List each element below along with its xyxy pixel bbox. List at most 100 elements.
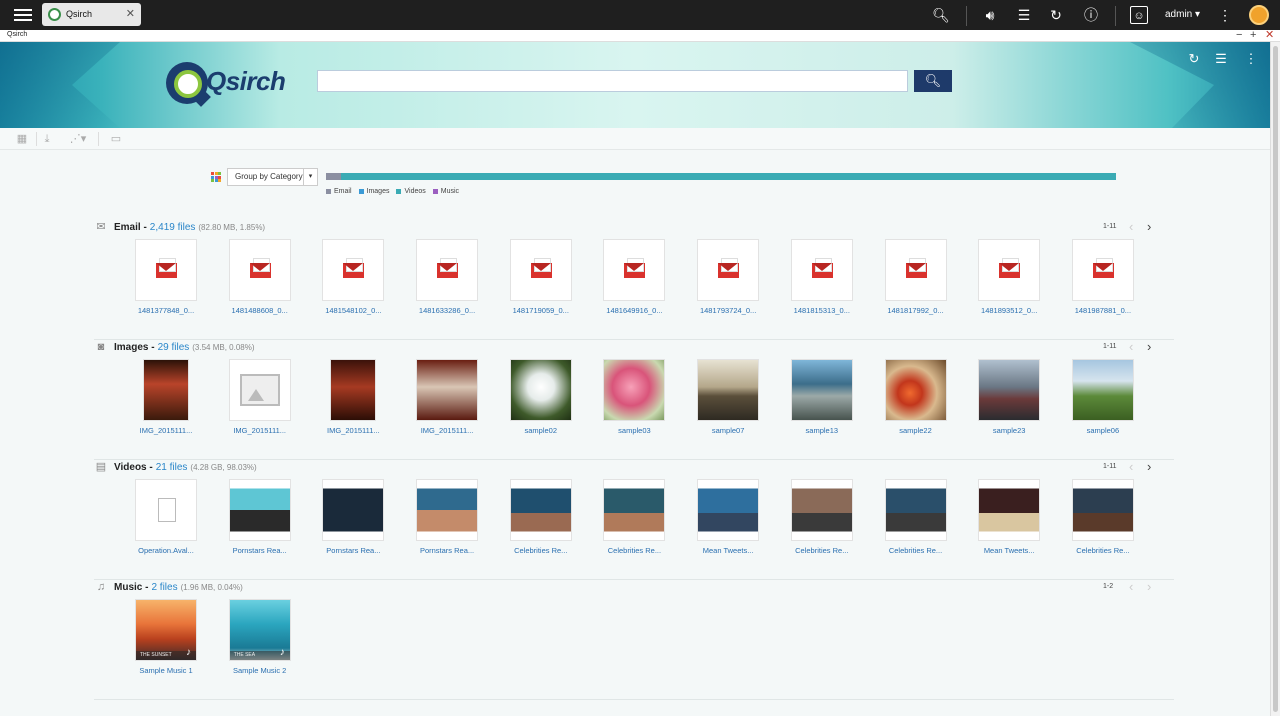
file-item[interactable]: Mean Tweets... (978, 479, 1072, 559)
file-item[interactable]: Celebrities Re... (509, 479, 604, 559)
file-thumbnail[interactable] (697, 359, 760, 421)
file-thumbnail[interactable] (697, 479, 760, 541)
file-thumbnail[interactable] (143, 359, 189, 421)
main-menu-icon[interactable] (14, 6, 32, 24)
file-name[interactable]: Sample Music 2 (221, 666, 299, 675)
file-item[interactable]: Celebrities Re... (884, 479, 979, 559)
file-item[interactable]: 1481815313_0... (790, 239, 885, 319)
chevron-right-icon[interactable]: › (1147, 579, 1151, 594)
file-item[interactable]: 1481817992_0... (884, 239, 979, 319)
chevron-right-icon[interactable]: › (1147, 219, 1151, 234)
file-item[interactable]: THE SUNSET ♪ Sample Music 1 (135, 599, 229, 679)
file-item[interactable]: Pornstars Rea... (416, 479, 510, 559)
file-name[interactable]: sample23 (970, 426, 1048, 435)
refresh-icon[interactable]: ↻ (1186, 51, 1202, 67)
chevron-right-icon[interactable]: › (1147, 339, 1151, 354)
file-thumbnail[interactable] (322, 239, 385, 301)
file-thumbnail[interactable] (416, 239, 479, 301)
file-item[interactable]: Pornstars Rea... (228, 479, 323, 559)
search-icon[interactable]: 🔍︎ (932, 6, 950, 24)
file-thumbnail[interactable] (1071, 359, 1134, 421)
file-item[interactable]: IMG_2015111... (322, 359, 416, 439)
search-button[interactable]: 🔍︎ (914, 70, 952, 92)
file-name[interactable]: 1481817992_0... (877, 306, 955, 315)
file-item[interactable]: Celebrities Re... (790, 479, 885, 559)
close-window-icon[interactable]: ✕ (1265, 29, 1274, 41)
more-options-icon[interactable]: ⋮ (1243, 51, 1259, 67)
file-thumbnail[interactable] (978, 359, 1041, 421)
file-thumbnail[interactable] (697, 239, 760, 301)
scroll-thumb[interactable] (1273, 46, 1278, 712)
file-thumbnail[interactable] (135, 239, 197, 301)
section-count-link[interactable]: 2,419 files (150, 222, 196, 233)
file-item[interactable]: Pornstars Rea... (322, 479, 416, 559)
file-name[interactable]: IMG_2015111... (127, 426, 205, 435)
file-name[interactable]: IMG_2015111... (314, 426, 392, 435)
file-thumbnail[interactable] (1071, 479, 1134, 541)
minimize-icon[interactable]: − (1236, 29, 1242, 41)
file-thumbnail[interactable] (790, 239, 853, 301)
file-name[interactable]: 1481893512_0... (970, 306, 1048, 315)
file-thumbnail[interactable] (978, 479, 1041, 541)
select-all-icon[interactable]: ▦ (15, 132, 29, 146)
file-name[interactable]: 1481793724_0... (689, 306, 767, 315)
file-thumbnail[interactable] (228, 359, 291, 421)
file-name[interactable]: IMG_2015111... (221, 426, 299, 435)
user-icon[interactable]: ☺ (1130, 6, 1148, 24)
file-item[interactable]: IMG_2015111... (228, 359, 323, 439)
file-thumbnail[interactable] (416, 359, 479, 421)
task-queue-icon[interactable]: ☰ (1213, 51, 1229, 67)
file-name[interactable]: 1481987881_0... (1064, 306, 1142, 315)
file-thumbnail[interactable] (978, 239, 1041, 301)
file-item[interactable]: sample22 (884, 359, 979, 439)
file-name[interactable]: sample03 (595, 426, 673, 435)
file-thumbnail[interactable] (603, 359, 666, 421)
file-name[interactable]: sample13 (783, 426, 861, 435)
file-item[interactable]: sample23 (978, 359, 1072, 439)
sync-icon[interactable]: ↻ (1047, 6, 1065, 24)
search-input[interactable] (317, 70, 908, 92)
file-name[interactable]: 1481719059_0... (502, 306, 580, 315)
file-thumbnail[interactable] (1071, 239, 1134, 301)
file-item[interactable]: 1481377848_0... (135, 239, 229, 319)
file-name[interactable]: 1481488608_0... (221, 306, 299, 315)
file-item[interactable]: sample03 (603, 359, 697, 439)
file-item[interactable]: 1481649916_0... (603, 239, 697, 319)
file-name[interactable]: sample22 (877, 426, 955, 435)
scrollbar[interactable] (1270, 42, 1280, 716)
file-name[interactable]: Sample Music 1 (127, 666, 205, 675)
app-tab-qsirch[interactable]: Qsirch ✕ (42, 3, 141, 26)
file-item[interactable]: sample13 (790, 359, 885, 439)
file-name[interactable]: sample06 (1064, 426, 1142, 435)
file-name[interactable]: Celebrities Re... (783, 546, 861, 555)
file-item[interactable]: THE SEA ♪ Sample Music 2 (228, 599, 323, 679)
file-name[interactable]: sample02 (502, 426, 580, 435)
file-thumbnail[interactable]: THE SEA ♪ (228, 599, 291, 661)
file-item[interactable]: Celebrities Re... (1071, 479, 1166, 559)
file-name[interactable]: Celebrities Re... (877, 546, 955, 555)
file-name[interactable]: Mean Tweets... (689, 546, 767, 555)
file-item[interactable]: 1481893512_0... (978, 239, 1072, 319)
maximize-icon[interactable]: + (1250, 29, 1256, 41)
file-thumbnail[interactable] (884, 239, 947, 301)
file-name[interactable]: 1481649916_0... (595, 306, 673, 315)
file-thumbnail[interactable] (884, 359, 947, 421)
section-count-link[interactable]: 2 files (151, 582, 177, 593)
file-name[interactable]: IMG_2015111... (408, 426, 486, 435)
file-item[interactable]: sample07 (697, 359, 791, 439)
file-item[interactable]: Operation.Aval... (135, 479, 229, 559)
file-name[interactable]: Operation.Aval... (127, 546, 205, 555)
file-name[interactable]: 1481815313_0... (783, 306, 861, 315)
file-item[interactable]: 1481633286_0... (416, 239, 510, 319)
file-name[interactable]: Celebrities Re... (1064, 546, 1142, 555)
file-thumbnail[interactable] (603, 239, 666, 301)
file-thumbnail[interactable] (603, 479, 666, 541)
folder-icon[interactable]: ▭ (109, 132, 123, 146)
file-name[interactable]: Pornstars Rea... (314, 546, 392, 555)
download-icon[interactable]: ⤓ (40, 132, 54, 146)
info-icon[interactable]: ⓘ (1082, 6, 1100, 24)
file-name[interactable]: Celebrities Re... (502, 546, 580, 555)
file-item[interactable]: 1481793724_0... (697, 239, 791, 319)
speaker-icon[interactable]: 🔊︎ (981, 6, 999, 24)
file-name[interactable]: 1481548102_0... (314, 306, 392, 315)
